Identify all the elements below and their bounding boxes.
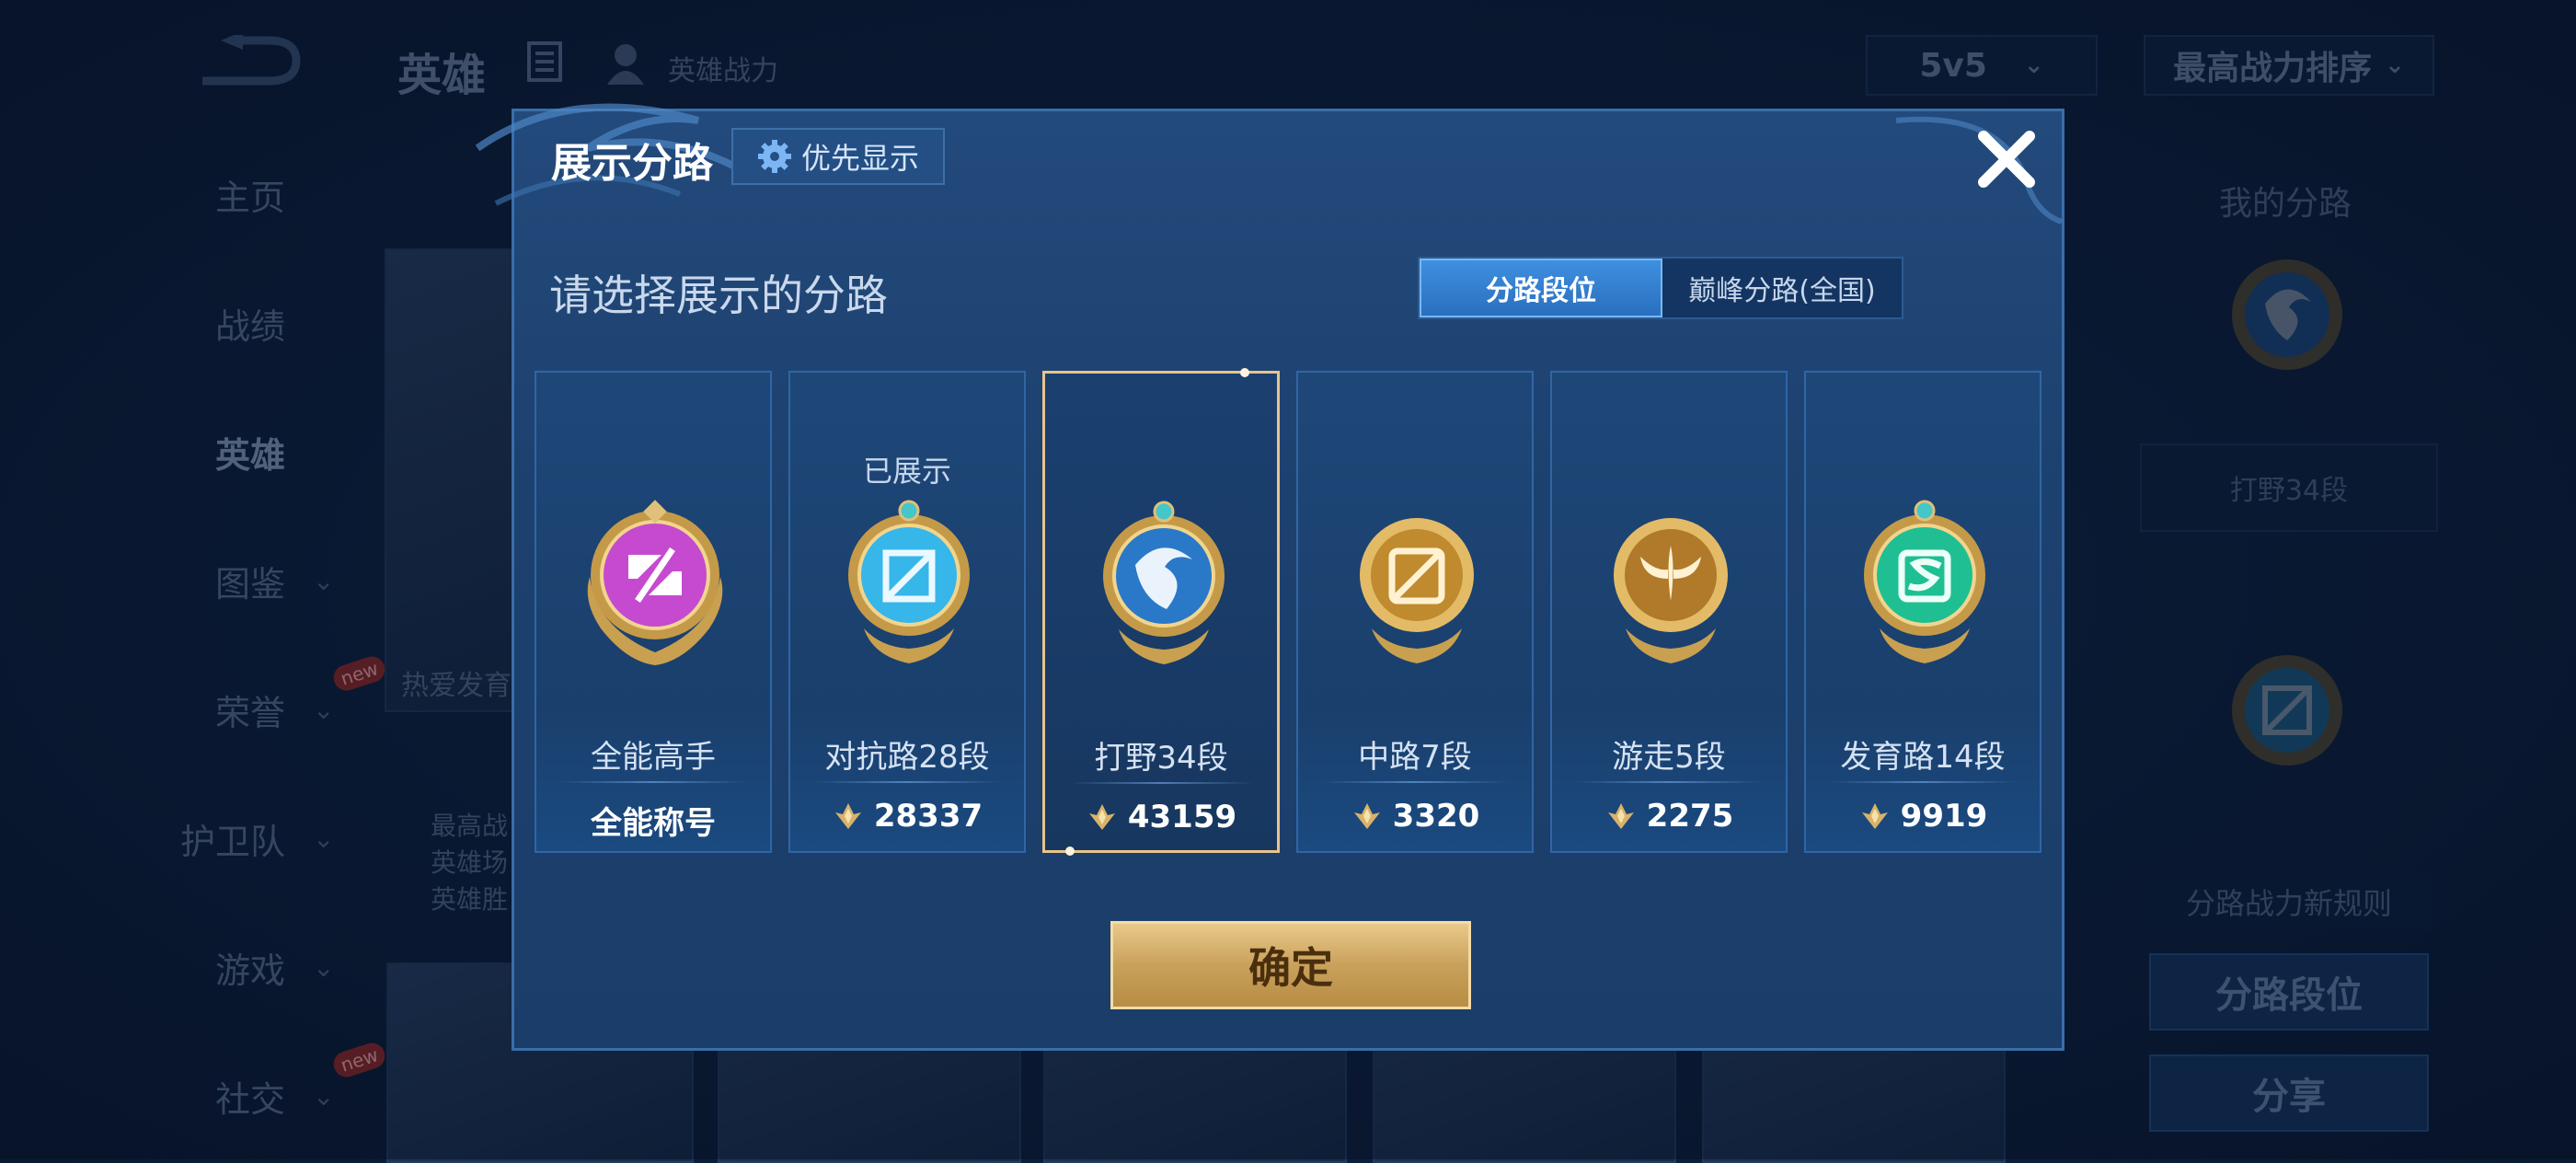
combat-power-icon [1088,804,1115,830]
lane-mode-tabs: 分路段位 巅峰分路(全国) [1418,257,1903,319]
gear-icon [757,140,791,173]
lane-power: 43159 [1045,799,1277,835]
combat-power-icon [1607,803,1634,829]
divider [560,781,746,783]
divider [1576,781,1762,783]
divider [814,781,1000,783]
farm-lane-emblem-icon [1864,500,1985,663]
lane-power: 全能称号 [536,798,770,843]
lane-power: 2275 [1552,798,1786,835]
dialog-subtitle: 请选择展示的分路 [549,271,888,320]
lane-power-value: 全能称号 [591,805,716,842]
close-button[interactable] [1970,122,2043,196]
lane-card-mid[interactable]: 中路7段 3320 [1296,371,1534,853]
priority-display-label: 优先显示 [800,141,919,176]
lane-power-value: 43159 [1127,799,1237,835]
lane-name: 打野34段 [1094,740,1228,777]
confirm-label: 确定 [1248,943,1333,993]
priority-display-button[interactable]: 优先显示 [731,128,945,185]
combat-power-icon [1861,803,1888,829]
lane-power-value: 28337 [873,798,983,835]
lane-card-farm[interactable]: 发育路14段 9919 [1804,371,2041,853]
lane-card-allround[interactable]: 全能高手 全能称号 [535,371,772,853]
roam-emblem-icon [1614,518,1728,663]
lane-card-clash[interactable]: 已展示 对抗路28段 28337 [788,371,1026,853]
close-icon [1978,131,2035,188]
clash-lane-emblem-icon [848,500,970,663]
lane-name: 游走5段 [1612,739,1726,776]
lane-power-value: 9919 [1900,798,1988,835]
lane-power-value: 2275 [1646,798,1734,835]
jungle-emblem-icon [1103,501,1225,664]
lane-power: 9919 [1806,798,2040,835]
selected-corner-dot [1065,846,1075,856]
lane-name: 对抗路28段 [824,739,990,776]
lane-card-roam[interactable]: 游走5段 2275 [1550,371,1788,853]
tab-peak-lane-national[interactable]: 巅峰分路(全国) [1662,259,1902,317]
dialog-title: 展示分路 [551,140,713,187]
lane-power-value: 3320 [1392,798,1480,835]
shown-label: 已展示 [862,454,951,489]
lane-name: 全能高手 [591,739,716,776]
confirm-button[interactable]: 确定 [1110,921,1471,1009]
divider [1069,782,1253,784]
combat-power-icon [1353,803,1380,829]
lane-display-dialog: 展示分路 优先显示 请选择展示的分路 分路段位 巅峰分路(全国) 全能高手 全能… [475,103,2064,1051]
mid-lane-emblem-icon [1360,518,1474,663]
tab-lane-rank[interactable]: 分路段位 [1420,259,1662,317]
lane-name: 发育路14段 [1840,739,2006,776]
lane-card-jungle[interactable]: 打野34段 43159 [1042,368,1280,856]
lane-power: 3320 [1298,798,1532,835]
allround-emblem-icon [587,500,723,665]
lane-name: 中路7段 [1358,739,1472,776]
combat-power-icon [834,803,861,829]
divider [1322,781,1508,783]
selected-corner-dot [1240,368,1249,377]
lane-power: 28337 [790,798,1024,835]
divider [1830,781,2016,783]
